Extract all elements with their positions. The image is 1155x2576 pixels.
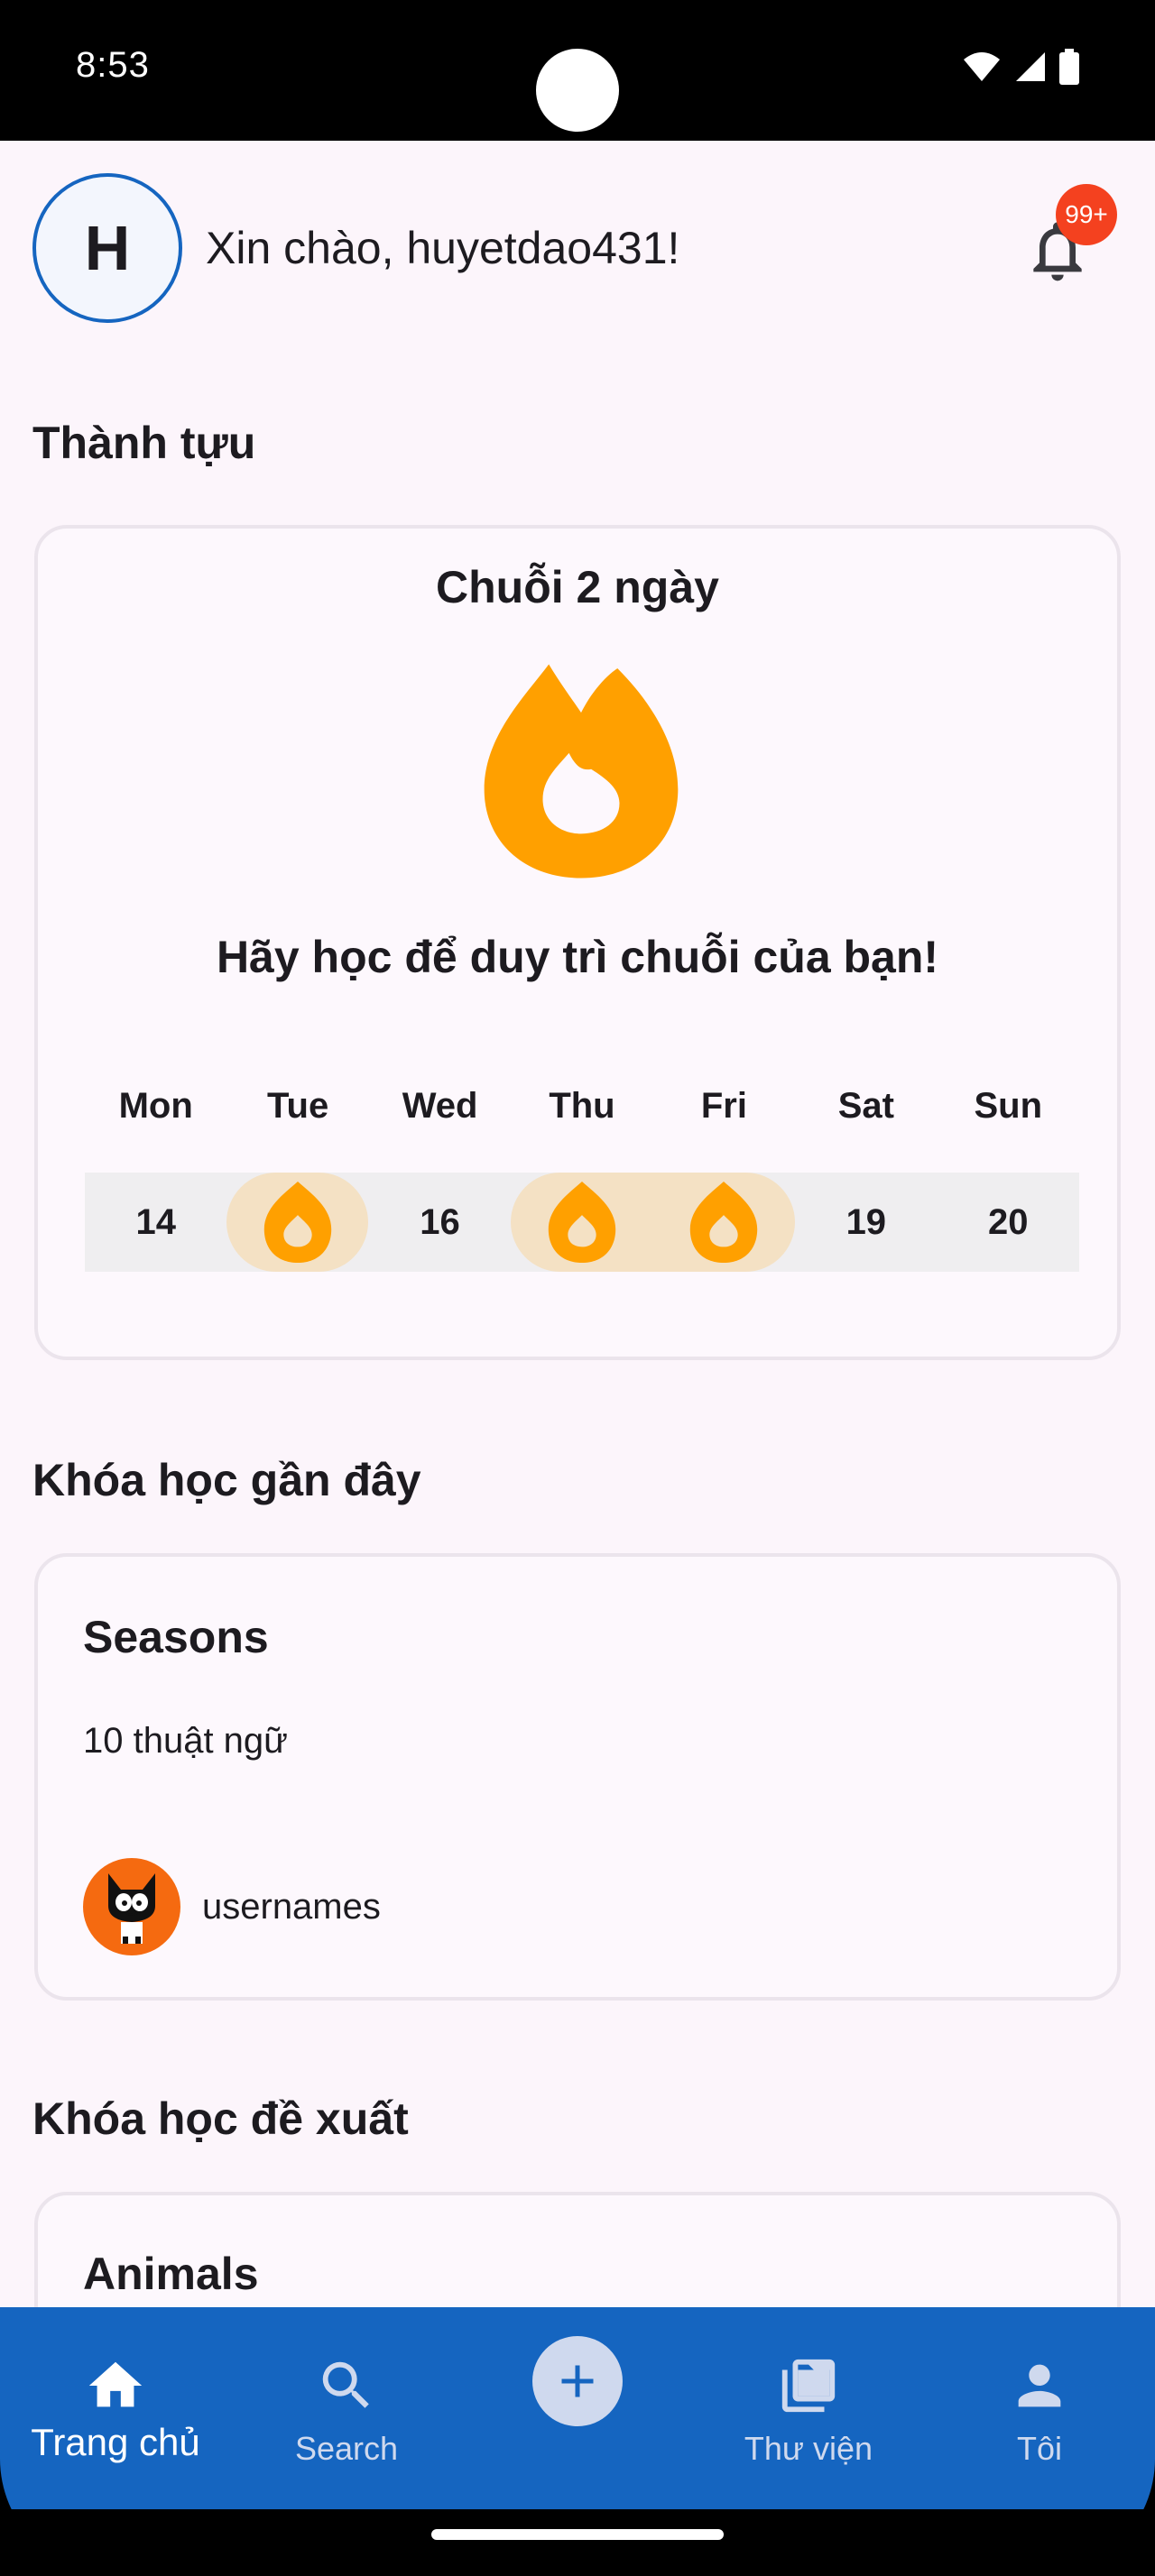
streak-title: Chuỗi 2 ngày: [436, 562, 719, 612]
day-cell-4: [653, 1173, 795, 1272]
bottom-navigation: Trang chủ Search Thư viện Tôi: [0, 2307, 1155, 2509]
nav-label: Tôi: [1016, 2430, 1062, 2467]
cat-avatar-icon: [108, 1873, 155, 1944]
streak-day-flame-icon: [548, 1181, 616, 1264]
week-streak-strip: 14 16 19 20: [85, 1173, 1079, 1272]
day-cell-1: [226, 1173, 368, 1272]
owner-avatar: [83, 1858, 180, 1955]
weekday-header: Mon Tue Wed Thu Fri Sat Sun: [85, 1086, 1079, 1127]
nav-home[interactable]: Trang chủ: [0, 2307, 231, 2509]
day-cell-3: [511, 1173, 652, 1272]
streak-message: Hãy học để duy trì chuỗi của bạn!: [216, 932, 939, 982]
weekday-label: Sun: [974, 1086, 1043, 1126]
day-cell-0: 14: [85, 1173, 226, 1272]
weekday-label: Mon: [118, 1086, 193, 1126]
nav-label: Search: [294, 2430, 399, 2467]
course-owner: usernames: [83, 1858, 381, 1955]
suggested-course-card[interactable]: Animals: [34, 2192, 1121, 2307]
course-title: Animals: [83, 2249, 259, 2299]
status-icons: [962, 49, 1079, 85]
folder-icon: [781, 2359, 836, 2413]
camera-cutout: [536, 49, 619, 132]
day-cell-5: 19: [795, 1173, 937, 1272]
home-icon: [88, 2361, 143, 2407]
recent-course-card[interactable]: Seasons 10 thuật ngữ usernames: [34, 1553, 1121, 2001]
course-term-count: 10 thuật ngữ: [83, 1721, 288, 1761]
weekday-label: Thu: [549, 1086, 615, 1126]
add-button[interactable]: [532, 2336, 623, 2426]
home-gesture-bar[interactable]: [431, 2529, 724, 2540]
gesture-area: [0, 2509, 1155, 2576]
user-avatar[interactable]: H: [32, 173, 182, 323]
home-screen: H Xin chào, huyetdao431! 99+ Thành tựu C…: [0, 141, 1155, 2307]
weekday-label: Wed: [402, 1086, 478, 1126]
streak-flame-icon: [484, 664, 679, 879]
search-icon: [322, 2361, 369, 2408]
nav-library[interactable]: Thư viện: [693, 2307, 924, 2509]
date-number: 16: [420, 1201, 460, 1242]
greeting-text: Xin chào, huyetdao431!: [206, 223, 680, 273]
phone-frame: 8:53 H Xin chào, huyetdao431! 99+ Thành …: [0, 0, 1155, 2576]
nav-label: Thư viện: [744, 2430, 873, 2467]
suggested-courses-title: Khóa học đề xuất: [32, 2093, 409, 2144]
nav-label: Trang chủ: [31, 2421, 200, 2463]
add-icon: [561, 2365, 594, 2397]
date-number: 14: [135, 1201, 176, 1242]
person-icon: [1018, 2364, 1061, 2407]
owner-name: usernames: [202, 1886, 381, 1927]
nav-search[interactable]: Search: [231, 2307, 462, 2509]
nav-add[interactable]: [462, 2307, 693, 2509]
battery-icon: [1059, 49, 1079, 85]
streak-day-flame-icon: [690, 1181, 758, 1264]
day-cell-2: 16: [369, 1173, 511, 1272]
weekday-label: Sat: [837, 1086, 894, 1126]
notification-badge: 99+: [1056, 184, 1117, 245]
header: H Xin chào, huyetdao431!: [32, 173, 679, 323]
streak-card: Chuỗi 2 ngày Hãy học để duy trì chuỗi củ…: [34, 525, 1121, 1360]
wifi-icon: [964, 52, 1000, 81]
date-number: 20: [987, 1201, 1029, 1242]
day-cell-6: 20: [938, 1173, 1079, 1272]
status-time: 8:53: [76, 45, 150, 85]
course-title: Seasons: [83, 1612, 269, 1662]
status-bar: 8:53: [0, 0, 1155, 141]
achievements-title: Thành tựu: [32, 418, 256, 468]
recent-courses-title: Khóa học gần đây: [32, 1455, 421, 1505]
streak-day-flame-icon: [263, 1181, 332, 1264]
date-number: 19: [845, 1201, 887, 1242]
weekday-label: Tue: [267, 1086, 329, 1126]
weekday-label: Fri: [700, 1086, 747, 1126]
signal-icon: [1016, 52, 1045, 81]
nav-profile[interactable]: Tôi: [924, 2307, 1155, 2509]
